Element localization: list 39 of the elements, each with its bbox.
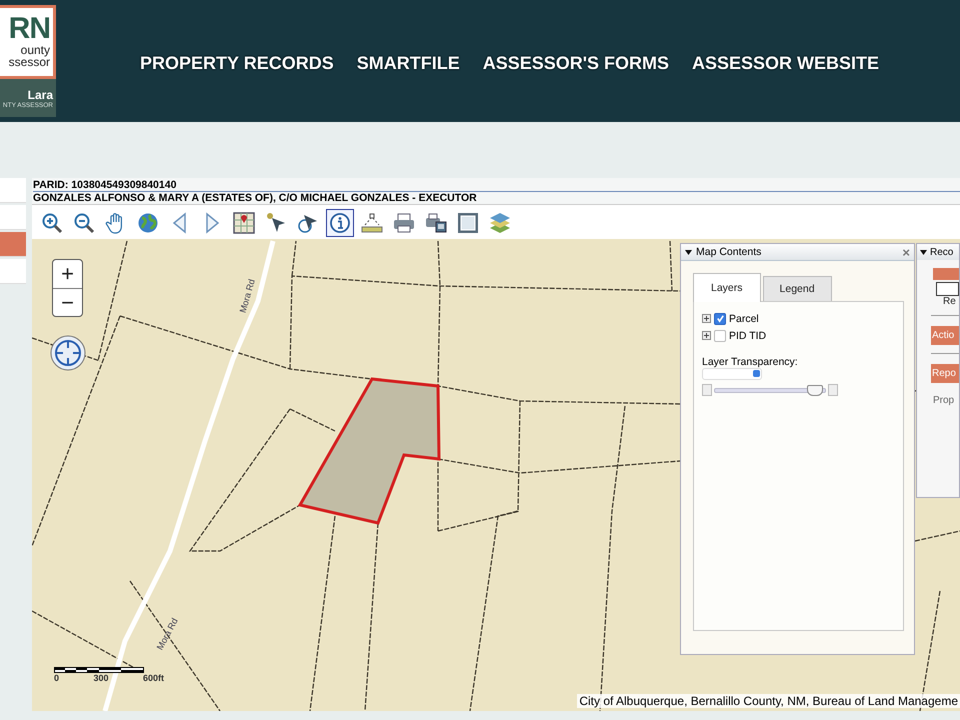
panel-tab[interactable]: Layers — [693, 273, 761, 302]
scale-label: 0 — [54, 673, 60, 683]
info-tool-icon[interactable] — [326, 209, 354, 237]
collapse-icon[interactable] — [685, 250, 692, 254]
zoom-in-button[interactable]: + — [53, 260, 82, 288]
layer-name: PID TID — [729, 330, 766, 342]
logo[interactable]: RN ounty ssessor — [0, 5, 56, 79]
owner-name: GONZALES ALFONSO & MARY A (ESTATES OF), C/O MICHAEL GONZALES - EXECUTOR — [33, 192, 478, 204]
locate-icon[interactable] — [50, 335, 86, 371]
layer-name: Parcel — [729, 312, 759, 324]
slider-thumb[interactable] — [807, 384, 823, 396]
transparency-select[interactable] — [702, 368, 762, 380]
nav-link[interactable]: ASSESSOR'S FORMS — [482, 52, 670, 74]
logo-text: ounty — [20, 44, 50, 56]
attribution-text: City of Albuquerque, Bernalillo County, NM, Bureau of Land Manageme — [577, 694, 960, 708]
layer-checkbox[interactable] — [714, 330, 726, 342]
close-button[interactable]: × — [902, 244, 910, 260]
nav-link[interactable]: PROPERTY RECORDS — [140, 52, 334, 74]
assessor-name: Lara — [28, 88, 53, 102]
zoom-out-button[interactable]: − — [53, 288, 82, 316]
panel-title: Reco — [930, 246, 954, 258]
collapse-icon[interactable] — [920, 250, 927, 254]
record-text: Prop — [933, 395, 956, 406]
transparency-label: Layer Transparency: — [702, 356, 799, 368]
road-label: Mora Rd — [154, 616, 180, 652]
logo-letters: RN — [8, 14, 50, 44]
panel-tab[interactable]: Legend — [762, 276, 832, 301]
input-field[interactable] — [936, 282, 959, 296]
scale-label: 300 — [93, 673, 109, 683]
nav-link[interactable]: ASSESSOR WEBSITE — [692, 52, 880, 74]
record-text: Re — [943, 296, 957, 307]
road-label: Mora Rd — [238, 278, 257, 314]
scale-label: 600ft — [142, 673, 164, 683]
selected-parcel[interactable] — [298, 377, 441, 525]
parcel-id: PARID: 103804549309840140 — [33, 179, 960, 192]
layer-checkbox[interactable] — [714, 312, 726, 324]
nav-link[interactable]: SMARTFILE — [356, 52, 460, 74]
panel-title: Map Contents — [696, 246, 762, 258]
logo-text: ssessor — [8, 56, 50, 68]
